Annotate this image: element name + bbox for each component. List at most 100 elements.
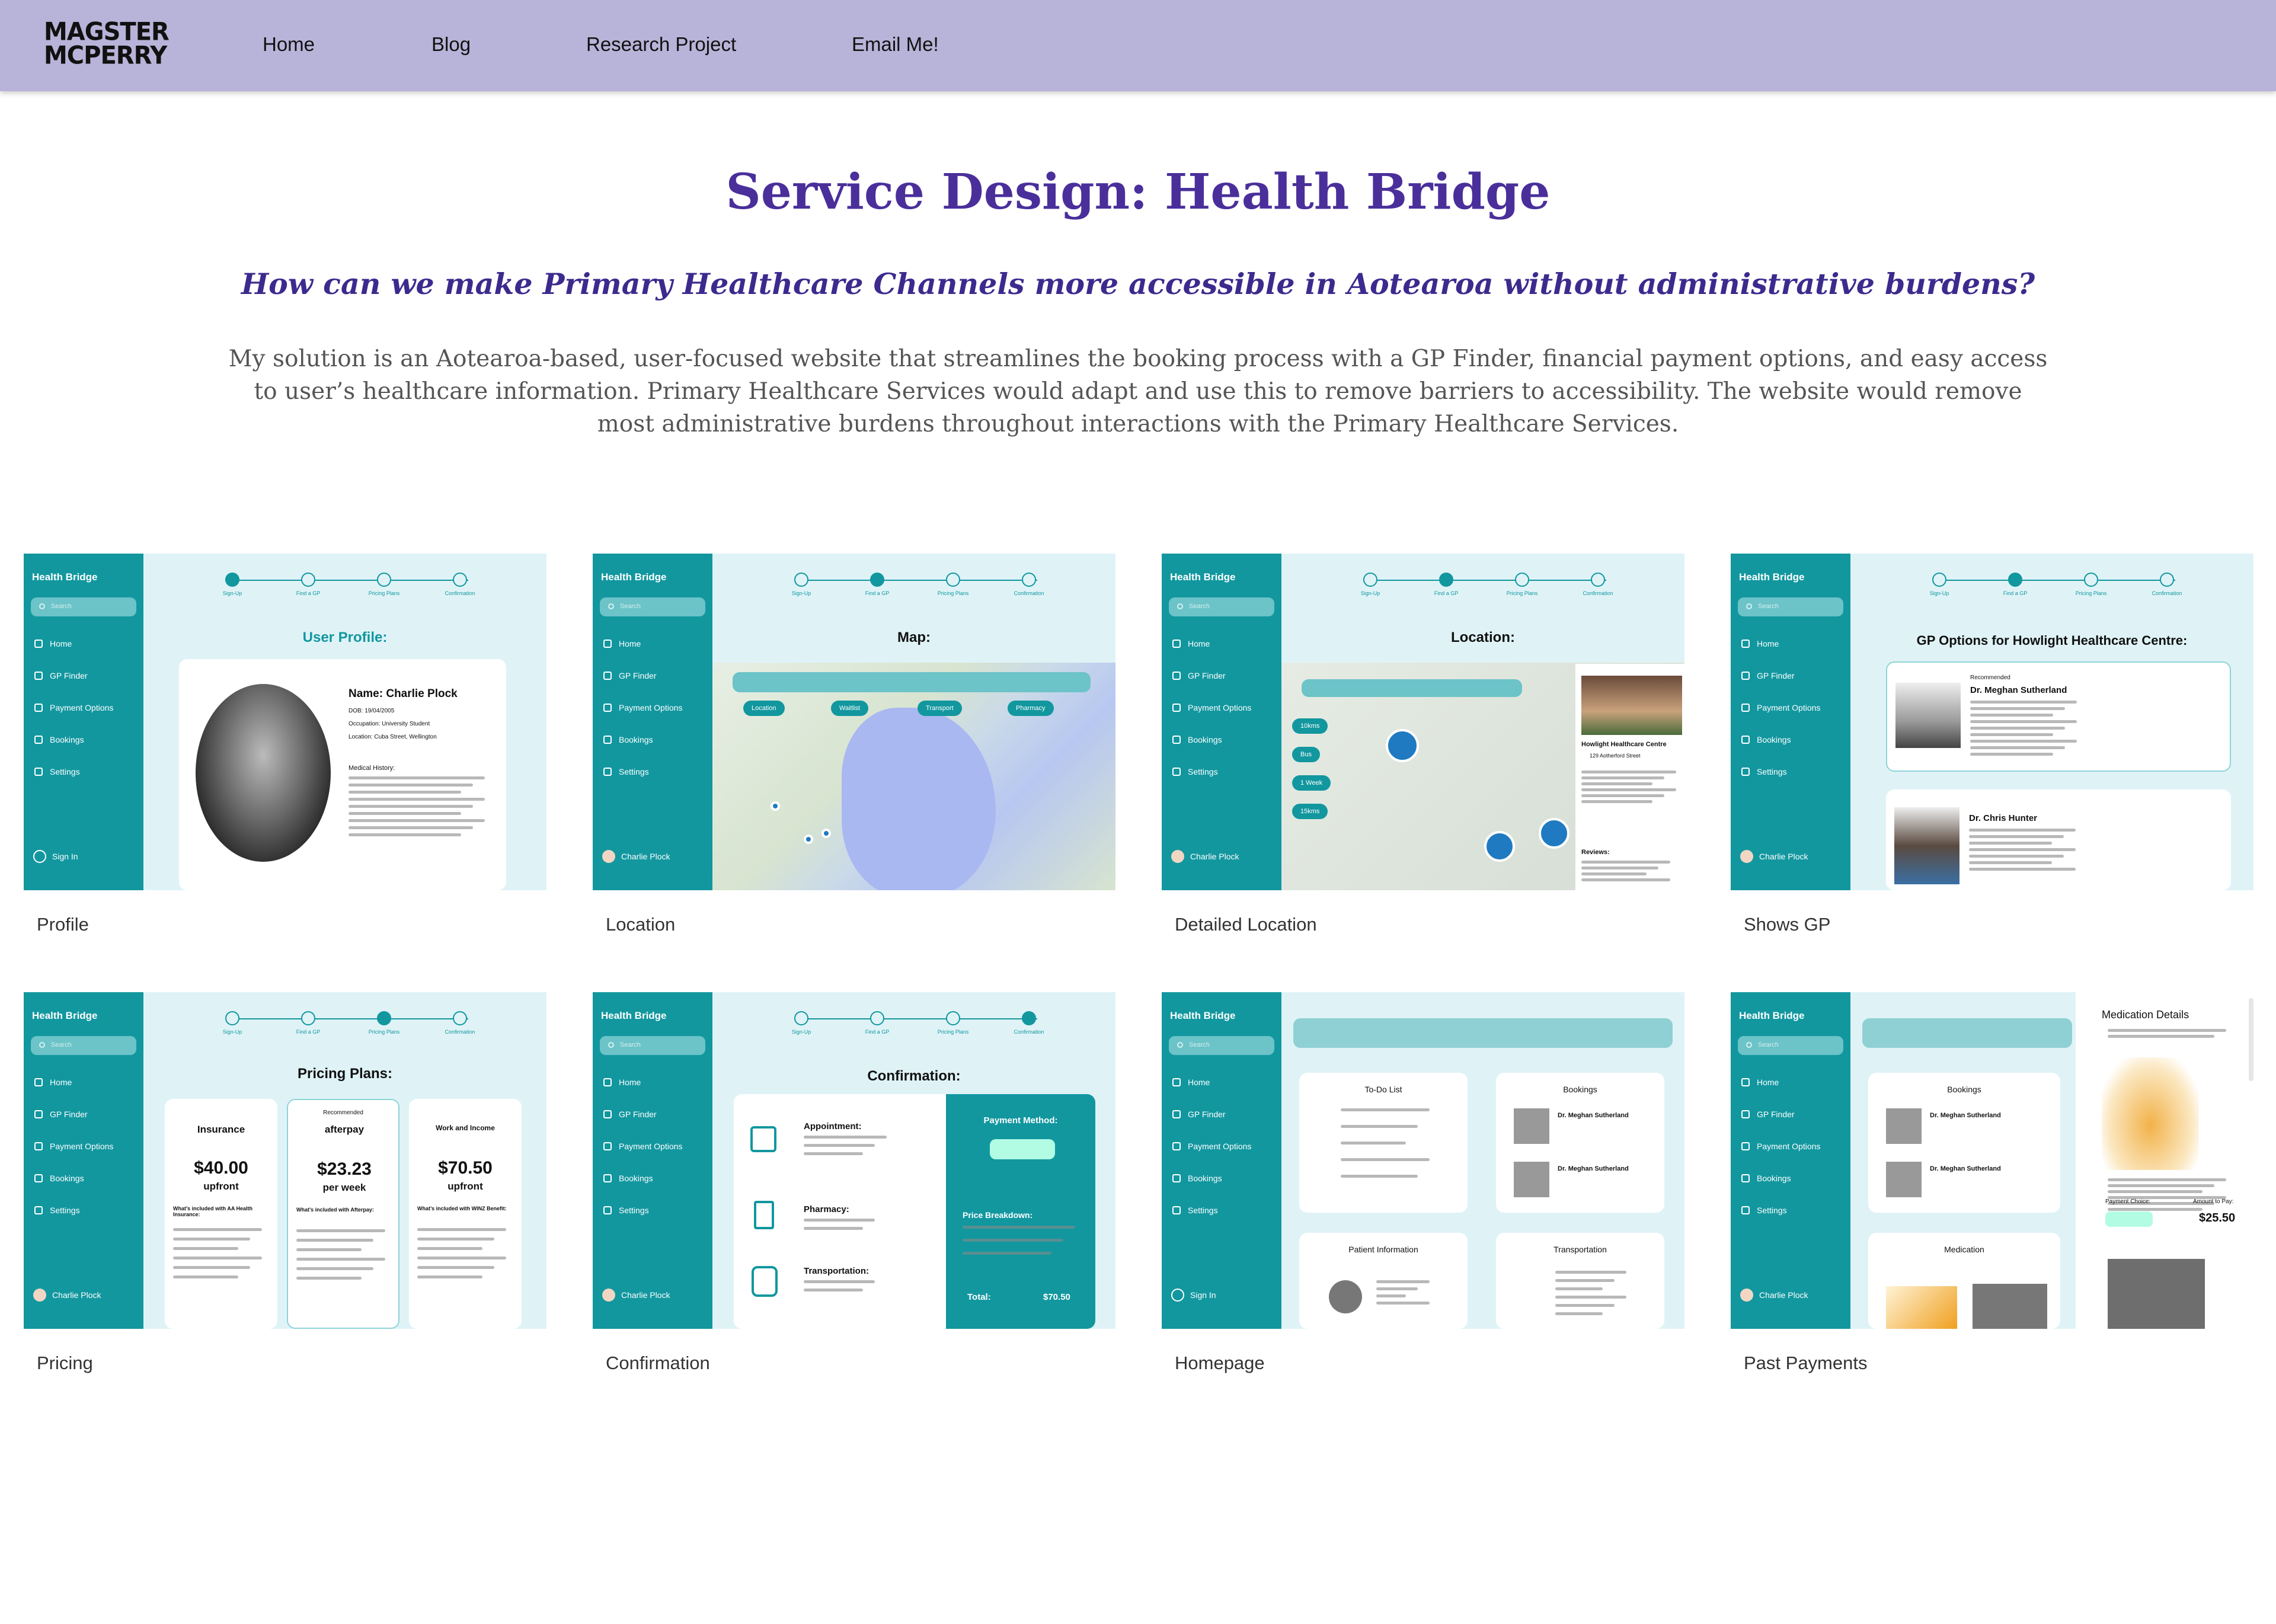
sidebar-item[interactable]: GP Finder (34, 671, 135, 680)
sidebar-item[interactable]: Settings (1741, 1206, 1842, 1215)
pricing-plan-card[interactable]: Recommended afterpay $23.23 per week Wha… (287, 1099, 399, 1329)
distance-chip[interactable]: Bus (1292, 747, 1320, 762)
sign-in-link[interactable]: Sign In (33, 850, 78, 863)
gallery-screenshot[interactable]: Health Bridge Search Home GP Finder Payment… (1731, 992, 2253, 1329)
gp-card[interactable]: Recommended Dr. Meghan Sutherland (1886, 661, 2231, 772)
pricing-plan-card[interactable]: Work and Income $70.50 upfront What’s in… (409, 1099, 522, 1329)
step-dot (946, 1011, 960, 1025)
sidebar-item[interactable]: Settings (34, 1206, 135, 1215)
sidebar-item[interactable]: Home (1172, 1078, 1273, 1087)
map-pin-icon[interactable] (1539, 818, 1569, 849)
transport-card: Transportation (1496, 1233, 1664, 1329)
gallery-screenshot[interactable]: Health Bridge Search Home GP Finder Payment… (593, 992, 1115, 1329)
sidebar-item[interactable]: Payment Options (34, 703, 135, 712)
sidebar-item[interactable]: Payment Options (1172, 1142, 1273, 1151)
step-dot (225, 573, 239, 587)
filter-chip[interactable]: Location (743, 701, 785, 716)
site-logo[interactable]: MAGSTER MCPERRY (44, 20, 170, 68)
sidebar-item[interactable]: Home (34, 639, 135, 648)
map-pin-icon[interactable] (821, 829, 831, 838)
nav-link-blog[interactable]: Blog (431, 33, 471, 56)
gp-card[interactable]: Dr. Chris Hunter (1886, 789, 2231, 890)
map-pin-icon[interactable] (804, 835, 813, 844)
sidebar-search[interactable]: Search (1169, 1036, 1274, 1055)
sidebar-item[interactable]: Payment Options (1741, 1142, 1842, 1151)
sidebar-item[interactable]: Bookings (603, 735, 704, 744)
sidebar-search[interactable]: Search (31, 1036, 136, 1055)
sign-in-link[interactable]: Sign In (1171, 1289, 1216, 1302)
location-detail-panel: Howlight Healthcare Centre 129 Aotherfor… (1575, 664, 1684, 890)
gallery-screenshot[interactable]: Health Bridge Search Home GP Finder Payment… (24, 554, 546, 890)
progress-stepper: Sign-Up Find a GP Pricing Plans Confirma… (792, 1011, 1044, 1035)
nav-link-research-project[interactable]: Research Project (586, 33, 736, 56)
nav-link-email[interactable]: Email Me! (852, 33, 939, 56)
sidebar-item[interactable]: Payment Options (1741, 703, 1842, 712)
sidebar-item[interactable]: Bookings (34, 1174, 135, 1183)
distance-chip[interactable]: 1 Week (1292, 775, 1331, 791)
sidebar-item[interactable]: Home (34, 1078, 135, 1087)
gallery-screenshot[interactable]: Health Bridge Search Home GP Finder Payment… (1162, 554, 1684, 890)
sidebar-item[interactable]: Payment Options (1172, 703, 1273, 712)
sidebar-item[interactable]: Bookings (603, 1174, 704, 1183)
sidebar-user[interactable]: Charlie Plock (33, 1289, 101, 1302)
sidebar-item[interactable]: Settings (603, 1206, 704, 1215)
sidebar-item[interactable]: Home (603, 639, 704, 648)
distance-chip[interactable]: 10kms (1292, 718, 1328, 734)
map-search-input[interactable] (1302, 679, 1522, 697)
map-pin-icon[interactable] (771, 801, 780, 811)
sidebar-search[interactable]: Search (31, 597, 136, 616)
distance-chip[interactable]: 15kms (1292, 804, 1328, 819)
sidebar-search[interactable]: Search (1738, 597, 1843, 616)
sidebar-item[interactable]: GP Finder (1741, 671, 1842, 680)
filter-chip[interactable]: Transport (918, 701, 962, 716)
filter-chip[interactable]: Pharmacy (1008, 701, 1054, 716)
sidebar-search[interactable]: Search (1738, 1036, 1843, 1055)
sidebar-item[interactable]: Home (1741, 1078, 1842, 1087)
sidebar-item[interactable]: Settings (1172, 767, 1273, 776)
sidebar-search[interactable]: Search (600, 1036, 705, 1055)
sidebar-item[interactable]: Settings (603, 767, 704, 776)
sidebar-search[interactable]: Search (1169, 597, 1274, 616)
map-pin-icon[interactable] (1386, 729, 1419, 762)
sidebar-user[interactable]: Charlie Plock (1740, 1289, 1808, 1302)
sidebar-item[interactable]: GP Finder (603, 671, 704, 680)
map-pin-icon[interactable] (1484, 831, 1515, 862)
sidebar-item[interactable]: Bookings (1741, 735, 1842, 744)
sidebar-item[interactable]: Payment Options (34, 1142, 135, 1151)
sidebar-item[interactable]: Settings (34, 767, 135, 776)
menu-icon (1741, 672, 1750, 680)
sidebar-item[interactable]: GP Finder (1741, 1110, 1842, 1119)
sidebar-item[interactable]: GP Finder (34, 1110, 135, 1119)
sidebar-item[interactable]: Settings (1172, 1206, 1273, 1215)
sidebar-user[interactable]: Charlie Plock (602, 1289, 670, 1302)
sidebar-user[interactable]: Charlie Plock (1171, 850, 1239, 863)
sidebar-item[interactable]: GP Finder (1172, 671, 1273, 680)
gallery-screenshot[interactable]: Health Bridge Search Home GP Finder Payment… (24, 992, 546, 1329)
filter-chip[interactable]: Waitlist (831, 701, 869, 716)
sidebar-item[interactable]: Bookings (1172, 1174, 1273, 1183)
pricing-plan-card[interactable]: Insurance $40.00 upfront What’s included… (165, 1099, 277, 1329)
sidebar-item[interactable]: Bookings (34, 735, 135, 744)
gallery-screenshot[interactable]: Health Bridge Search Home GP Finder Payment… (1731, 554, 2253, 890)
sidebar-user[interactable]: Charlie Plock (1740, 850, 1808, 863)
gallery-screenshot[interactable]: Health Bridge Search Home GP Finder Payment… (593, 554, 1115, 890)
sidebar-item[interactable]: Bookings (1741, 1174, 1842, 1183)
sidebar-item[interactable]: GP Finder (1172, 1110, 1273, 1119)
app-search-input[interactable] (1862, 1018, 2072, 1048)
sidebar-user[interactable]: Charlie Plock (602, 850, 670, 863)
sidebar-item[interactable]: Home (1172, 639, 1273, 648)
sidebar-item[interactable]: Bookings (1172, 735, 1273, 744)
sidebar-item[interactable]: Payment Options (603, 1142, 704, 1151)
sidebar-item[interactable]: Home (1741, 639, 1842, 648)
sidebar-search[interactable]: Search (600, 597, 705, 616)
map-search-input[interactable] (733, 672, 1091, 692)
sidebar-item[interactable]: Payment Options (603, 703, 704, 712)
nav-link-home[interactable]: Home (263, 33, 315, 56)
gallery-screenshot[interactable]: Health Bridge Search Home GP Finder Payment… (1162, 992, 1684, 1329)
app-search-input[interactable] (1293, 1018, 1673, 1048)
plan-name: Work and Income (436, 1124, 495, 1132)
scrollbar[interactable] (2249, 998, 2253, 1081)
sidebar-item[interactable]: Home (603, 1078, 704, 1087)
sidebar-item[interactable]: Settings (1741, 767, 1842, 776)
sidebar-item[interactable]: GP Finder (603, 1110, 704, 1119)
